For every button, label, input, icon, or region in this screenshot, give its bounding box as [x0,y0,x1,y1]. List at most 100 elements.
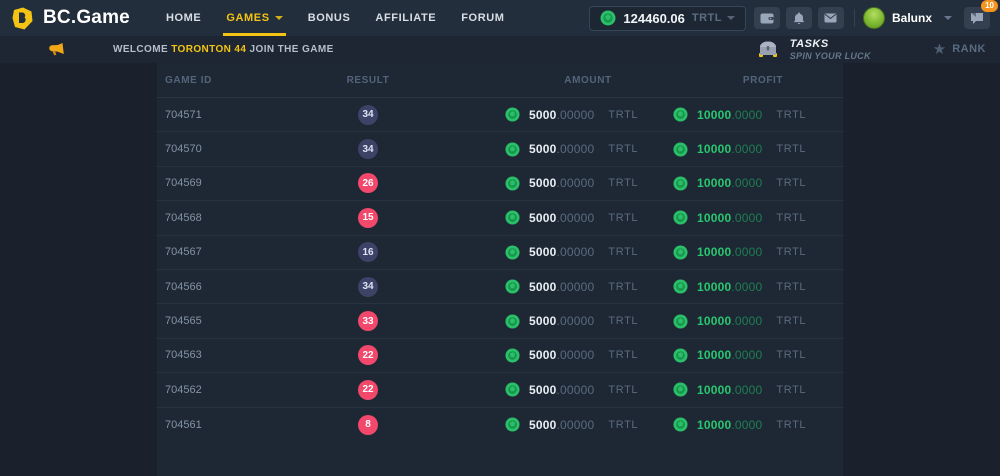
announcement[interactable]: WELCOME TORONTON 44 JOIN THE GAME [0,42,334,57]
amount-decimal: .00000 [557,348,595,362]
chevron-down-icon [727,16,735,20]
avatar [863,7,885,29]
profit-currency: TRTL [776,384,806,396]
amount-cell: 5000 .00000 TRTL [505,304,638,337]
amount-integer: 5000 [529,142,557,156]
chat-unread-badge: 10 [981,0,998,12]
nav-item-label: HOME [166,12,201,24]
profit-cell: 10000 .0000 TRTL [673,373,806,406]
profit-integer: 10000 [697,176,731,190]
coin-icon [505,417,520,432]
table-row[interactable]: 704570 34 5000 .00000 TRTL [157,132,843,166]
amount-currency: TRTL [608,246,638,258]
coin-icon [505,142,520,157]
result-cell: 34 [347,132,389,165]
nav-item-label: GAMES [226,12,269,24]
table-row[interactable]: 704563 22 5000 .00000 TRTL [157,339,843,373]
nav-item-home[interactable]: HOME [166,0,201,36]
amount-currency: TRTL [608,109,638,121]
profit-integer: 10000 [697,211,731,225]
profit-currency: TRTL [776,177,806,189]
table-body: 704571 34 5000 .00000 TRTL [157,98,843,442]
coin-icon [600,10,616,26]
notifications-button[interactable] [786,7,812,29]
table-row[interactable]: 704565 33 5000 .00000 TRTL [157,304,843,338]
messages-button[interactable] [818,7,844,29]
tasks-widget[interactable]: TASKS SPIN YOUR LUCK [755,38,871,61]
table-row[interactable]: 704568 15 5000 .00000 TRTL [157,201,843,235]
result-badge: 34 [358,105,378,125]
amount-cell: 5000 .00000 TRTL [505,132,638,165]
profit-cell: 10000 .0000 TRTL [673,98,806,131]
amount-cell: 5000 .00000 TRTL [505,236,638,269]
logo-text: BC.Game [43,7,130,29]
wallet-button[interactable] [754,7,780,29]
game-id: 704567 [165,236,202,269]
table-row[interactable]: 704571 34 5000 .00000 TRTL [157,98,843,132]
coin-icon [673,245,688,260]
amount-currency: TRTL [608,177,638,189]
table-row[interactable]: 704561 8 5000 .00000 TRTL [157,408,843,442]
profit-integer: 10000 [697,383,731,397]
profit-currency: TRTL [776,246,806,258]
table-row[interactable]: 704562 22 5000 .00000 TRTL [157,373,843,407]
nav-item-label: AFFILIATE [375,12,436,24]
coin-icon [505,245,520,260]
wallet-icon [760,12,774,24]
nav-item-forum[interactable]: FORUM [461,0,504,36]
profit-currency: TRTL [776,349,806,361]
amount-cell: 5000 .00000 TRTL [505,270,638,303]
envelope-icon [824,13,837,23]
profit-currency: TRTL [776,212,806,224]
amount-decimal: .00000 [557,142,595,156]
announcement-banner: WELCOME TORONTON 44 JOIN THE GAME TASKS … [0,36,1000,63]
chat-icon [970,12,984,24]
amount-decimal: .00000 [557,176,595,190]
table-header: GAME ID RESULT AMOUNT PROFIT [157,63,843,98]
nav-item-games[interactable]: GAMES [226,0,282,36]
main-nav: HOME GAMES BONUS AFFILIATE FORUM [166,0,505,36]
chat-button[interactable]: 10 [964,7,990,29]
coin-icon [505,314,520,329]
logo[interactable]: BC.Game [0,6,130,31]
nav-item-affiliate[interactable]: AFFILIATE [375,0,436,36]
chevron-down-icon [275,16,283,20]
profit-decimal: .0000 [731,418,762,432]
game-id: 704563 [165,339,202,372]
column-header-amount: AMOUNT [542,63,634,97]
profit-decimal: .0000 [731,142,762,156]
coin-icon [505,348,520,363]
coin-icon [673,314,688,329]
amount-integer: 5000 [529,348,557,362]
amount-currency: TRTL [608,212,638,224]
profit-currency: TRTL [776,315,806,327]
profit-decimal: .0000 [731,383,762,397]
rank-widget[interactable]: ★ RANK [933,42,986,57]
profit-cell: 10000 .0000 TRTL [673,339,806,372]
table-row[interactable]: 704567 16 5000 .00000 TRTL [157,236,843,270]
top-navbar: BC.Game HOME GAMES BONUS AFFILIATE FORUM [0,0,1000,36]
amount-cell: 5000 .00000 TRTL [505,408,638,442]
game-id: 704561 [165,408,202,442]
balance-amount: 124460.06 [623,11,684,26]
result-cell: 34 [347,270,389,303]
profit-cell: 10000 .0000 TRTL [673,270,806,303]
game-id: 704569 [165,167,202,200]
balance-selector[interactable]: 124460.06 TRTL [589,6,746,31]
amount-cell: 5000 .00000 TRTL [505,201,638,234]
nav-item-bonus[interactable]: BONUS [308,0,351,36]
user-menu[interactable]: Balunx [863,7,952,29]
amount-decimal: .00000 [557,418,595,432]
coin-icon [673,210,688,225]
amount-currency: TRTL [608,281,638,293]
amount-currency: TRTL [608,419,638,431]
table-row[interactable]: 704566 34 5000 .00000 TRTL [157,270,843,304]
coin-icon [673,176,688,191]
game-id: 704566 [165,270,202,303]
result-badge: 33 [358,311,378,331]
game-id: 704568 [165,201,202,234]
table-row[interactable]: 704569 26 5000 .00000 TRTL [157,167,843,201]
profit-decimal: .0000 [731,280,762,294]
welcome-message: WELCOME TORONTON 44 JOIN THE GAME [113,44,334,55]
profit-integer: 10000 [697,348,731,362]
